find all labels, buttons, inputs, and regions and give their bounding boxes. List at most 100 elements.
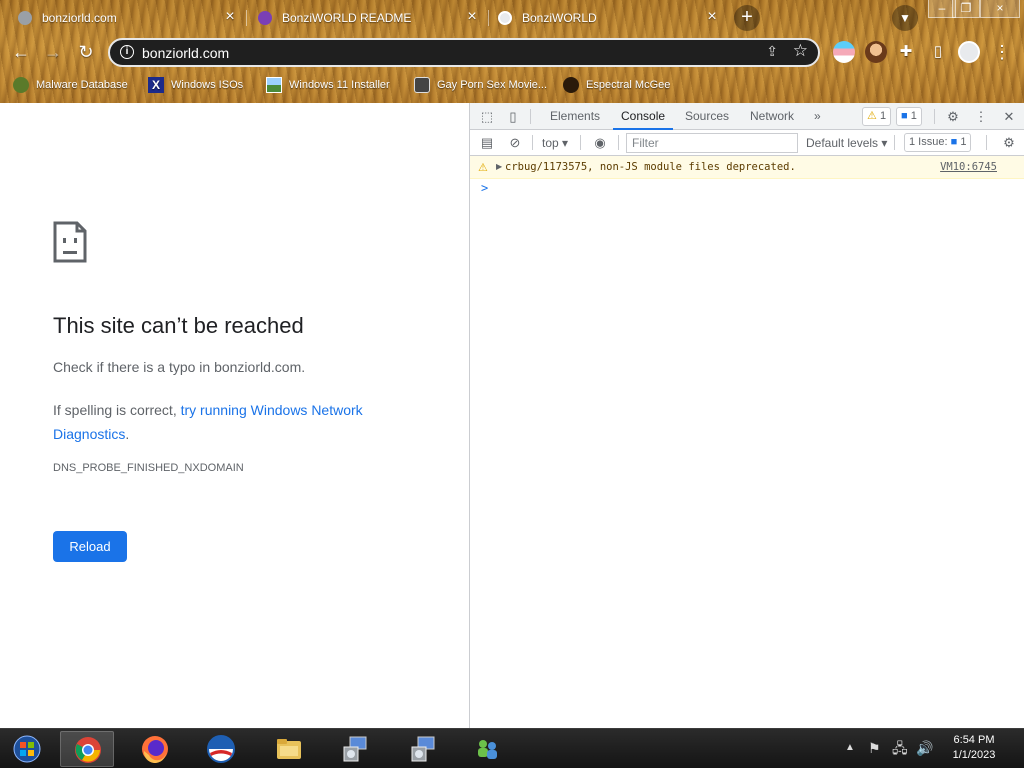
chevron-down-icon: ▼	[899, 11, 911, 25]
divider	[530, 109, 531, 124]
arrow-right-icon: →	[44, 42, 62, 62]
tab-sources[interactable]: Sources	[677, 103, 737, 130]
tab-elements[interactable]: Elements	[542, 103, 608, 130]
divider	[618, 135, 619, 150]
taskbar-chrome[interactable]	[60, 731, 114, 767]
tab-bonziworld[interactable]: BonziWORLD ×	[480, 4, 726, 32]
close-tab-icon[interactable]: ×	[464, 9, 480, 25]
issues-button[interactable]: 1 Issue: ■ 1	[904, 133, 972, 152]
taskbar-file-explorer[interactable]	[262, 731, 316, 767]
installer-icon	[411, 736, 435, 762]
installer-icon	[343, 736, 367, 762]
windows-orb-icon	[13, 735, 41, 763]
bookmark-espectral-mcgee[interactable]: Espectral McGee	[563, 76, 670, 94]
messages-badge[interactable]: ■ 1	[896, 107, 922, 126]
more-tabs-button[interactable]: »	[806, 103, 829, 130]
context-select[interactable]: top ▾	[542, 133, 568, 153]
inspect-element-icon[interactable]: ⬚	[478, 108, 496, 126]
bookmark-gay-porn-sex-movie[interactable]: Gay Porn Sex Movie...	[414, 76, 547, 94]
device-toolbar-icon[interactable]: ▯	[504, 108, 522, 126]
flower-icon	[414, 77, 430, 93]
system-clock[interactable]: 6:54 PM 1/1/2023	[944, 733, 1004, 763]
refresh-button[interactable]: ↻	[74, 40, 98, 64]
console-filter-input[interactable]: Filter	[626, 133, 798, 153]
gear-icon[interactable]: ⚙	[1000, 134, 1018, 152]
close-tab-icon[interactable]: ×	[222, 9, 238, 25]
taskbar-network-app[interactable]	[460, 731, 514, 767]
firefox-icon	[142, 736, 168, 763]
devtools-tab-bar: ⬚ ▯ Elements Console Sources Network » ⚠…	[470, 103, 1024, 130]
message-icon: ■	[950, 136, 958, 148]
extensions-puzzle-icon[interactable]: ✚	[894, 40, 918, 64]
taskbar-firefox[interactable]	[128, 731, 182, 767]
expand-triangle-icon[interactable]: ▶	[496, 162, 502, 171]
log-levels-select[interactable]: Default levels ▾	[806, 133, 887, 153]
maximize-button[interactable]: ❐	[952, 0, 980, 18]
console-prompt[interactable]: >	[481, 181, 488, 195]
close-window-button[interactable]: ×	[980, 0, 1020, 18]
devtools-panel: ⬚ ▯ Elements Console Sources Network » ⚠…	[469, 103, 1024, 728]
refresh-icon: ↻	[78, 42, 94, 62]
address-url[interactable]: bonziorld.com	[142, 45, 229, 61]
image-icon	[266, 77, 282, 93]
console-source-link[interactable]: VM10:6745	[940, 161, 997, 173]
bookmark-windows-isos[interactable]: X Windows ISOs	[148, 76, 243, 94]
folder-icon	[277, 739, 301, 759]
reload-button[interactable]: Reload	[53, 531, 127, 562]
error-typo-hint: Check if there is a typo in bonziorld.co…	[53, 359, 306, 375]
forward-button[interactable]: →	[41, 40, 65, 64]
x-logo-icon: X	[148, 77, 164, 93]
bookmarks-bar: Malware Database X Windows ISOs Windows …	[0, 72, 1024, 96]
start-button[interactable]	[0, 731, 54, 767]
gear-icon[interactable]: ⚙	[944, 108, 962, 126]
side-panel-icon[interactable]: ▯	[926, 40, 950, 64]
address-bar[interactable]: i bonziorld.com ⇪ ☆	[108, 38, 820, 67]
back-button[interactable]: ←	[9, 40, 33, 64]
warning-icon: ⚠	[867, 110, 877, 122]
taskbar: ▲ ⚑ 🖧 🔊 6:54 PM 1/1/2023	[0, 728, 1024, 768]
close-tab-icon[interactable]: ×	[704, 9, 720, 25]
obama-logo-icon	[207, 735, 235, 763]
profile-avatar-icon[interactable]	[958, 41, 980, 63]
console-warning-row[interactable]: ⚠ ▶ crbug/1173575, non-JS module files d…	[470, 156, 1024, 179]
clear-console-icon[interactable]: ⊘	[506, 134, 524, 152]
globe-icon	[18, 11, 32, 25]
menu-kebab-icon[interactable]: ⋮	[972, 108, 990, 126]
tab-console[interactable]: Console	[613, 103, 674, 130]
taskbar-installer[interactable]	[328, 731, 382, 767]
network-icon[interactable]: 🖧	[892, 739, 908, 757]
action-center-flag-icon[interactable]: ⚑	[868, 739, 881, 757]
network-users-icon	[478, 740, 497, 759]
bookmark-malware-database[interactable]: Malware Database	[13, 76, 128, 94]
tab-network[interactable]: Network	[742, 103, 802, 130]
error-code: DNS_PROBE_FINISHED_NXDOMAIN	[53, 462, 244, 474]
bug-icon	[13, 77, 29, 93]
divider	[986, 135, 987, 150]
divider	[580, 135, 581, 150]
warnings-badge[interactable]: ⚠ 1	[862, 107, 892, 126]
show-hidden-icons-icon[interactable]: ▲	[845, 739, 855, 757]
sidebar-toggle-icon[interactable]: ▤	[478, 134, 496, 152]
star-icon[interactable]: ☆	[793, 41, 808, 61]
menu-kebab-icon[interactable]: ⋮	[990, 40, 1014, 64]
info-icon[interactable]: i	[120, 45, 134, 59]
bonzi-icon	[258, 11, 272, 25]
tab-search-button[interactable]: ▼	[892, 5, 918, 31]
share-icon[interactable]: ⇪	[766, 43, 778, 60]
new-tab-button[interactable]: +	[734, 5, 760, 31]
extension-avatar-icon[interactable]	[865, 41, 887, 63]
chrome-icon	[75, 737, 101, 763]
sad-document-icon	[53, 221, 87, 263]
tab-bonziworld-readme[interactable]: BonziWORLD README ×	[240, 4, 486, 32]
globe-icon	[498, 11, 512, 25]
clock-time: 6:54 PM	[953, 734, 995, 746]
close-devtools-icon[interactable]: ✕	[1000, 108, 1018, 126]
warning-icon: ⚠	[478, 162, 488, 174]
extension-flag-icon[interactable]	[833, 41, 855, 63]
taskbar-internet-explorer[interactable]	[194, 731, 248, 767]
eye-icon[interactable]: ◉	[591, 134, 609, 152]
bookmark-windows-11-installer[interactable]: Windows 11 Installer	[266, 76, 390, 94]
tab-bonziorld[interactable]: bonziorld.com ×	[0, 4, 244, 32]
volume-icon[interactable]: 🔊	[916, 739, 933, 757]
taskbar-installer-2[interactable]	[396, 731, 450, 767]
